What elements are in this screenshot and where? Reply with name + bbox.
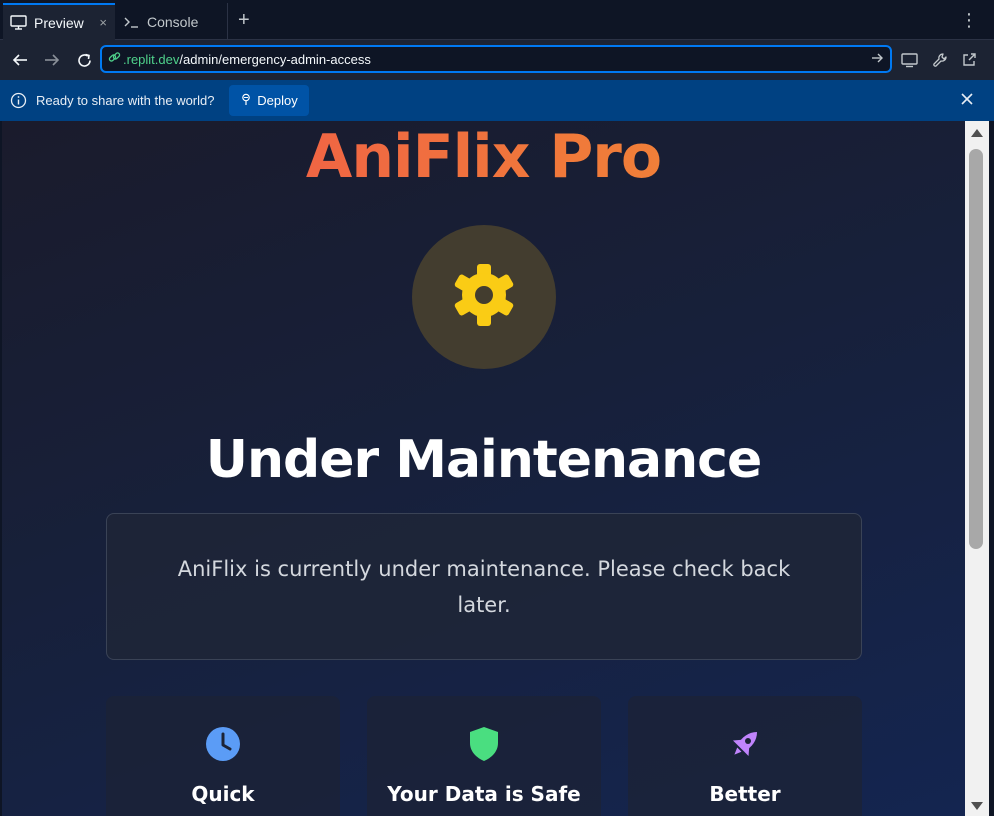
scrollbar-thumb[interactable]	[969, 149, 983, 549]
close-tab-icon[interactable]: ×	[99, 15, 107, 30]
deploy-icon	[240, 93, 252, 109]
address-bar: .replit.dev/admin/emergency-admin-access	[0, 40, 994, 80]
feature-card-better: Better	[628, 696, 862, 816]
new-tab-button[interactable]: +	[238, 8, 250, 32]
gear-icon	[449, 260, 519, 335]
feature-title: Quick	[191, 782, 255, 806]
scroll-down-arrow-icon[interactable]	[965, 798, 989, 814]
brand-logo: AniFlix Pro	[2, 122, 965, 192]
maintenance-badge	[412, 225, 556, 369]
reload-icon[interactable]	[73, 49, 95, 71]
forward-arrow-icon[interactable]	[41, 49, 63, 71]
shield-icon	[468, 726, 500, 767]
feature-title: Your Data is Safe	[387, 782, 581, 806]
info-icon	[10, 92, 27, 112]
tab-preview-label: Preview	[34, 14, 84, 31]
vertical-scrollbar[interactable]	[965, 121, 989, 816]
banner-message: Ready to share with the world?	[36, 93, 215, 108]
feature-card-data-safe: Your Data is Safe	[367, 696, 601, 816]
deploy-banner: Ready to share with the world? Deploy	[0, 80, 994, 121]
scroll-up-arrow-icon[interactable]	[965, 125, 989, 141]
url-domain: .replit.dev	[123, 51, 180, 67]
workspace-tab-bar: Preview × Console + ⋮	[0, 0, 994, 40]
url-input[interactable]: .replit.dev/admin/emergency-admin-access	[100, 45, 892, 73]
tab-preview[interactable]: Preview ×	[3, 3, 115, 40]
monitor-icon	[10, 14, 28, 32]
devices-icon[interactable]	[900, 50, 920, 70]
deploy-button-label: Deploy	[257, 93, 298, 108]
open-external-icon[interactable]	[959, 50, 979, 70]
page-title: Under Maintenance	[205, 430, 763, 490]
clock-icon	[205, 726, 241, 767]
go-arrow-icon[interactable]	[870, 51, 884, 68]
close-banner-icon[interactable]	[960, 92, 974, 109]
feature-title: Better	[709, 782, 781, 806]
link-icon	[108, 51, 121, 67]
more-options-icon[interactable]: ⋮	[960, 9, 978, 31]
tab-console[interactable]: Console	[116, 3, 228, 40]
deploy-button[interactable]: Deploy	[229, 85, 309, 116]
preview-viewport: AniFlix Pro Under Maintenance AniFlix is…	[2, 121, 965, 816]
back-arrow-icon[interactable]	[9, 49, 31, 71]
tab-console-label: Console	[147, 13, 199, 30]
rocket-icon	[727, 726, 763, 767]
feature-card-quick: Quick	[106, 696, 340, 816]
wrench-icon[interactable]	[930, 50, 950, 70]
maintenance-notice: AniFlix is currently under maintenance. …	[106, 513, 862, 660]
terminal-icon	[123, 13, 141, 31]
maintenance-message: AniFlix is currently under maintenance. …	[177, 556, 791, 617]
url-path: /admin/emergency-admin-access	[179, 51, 371, 67]
